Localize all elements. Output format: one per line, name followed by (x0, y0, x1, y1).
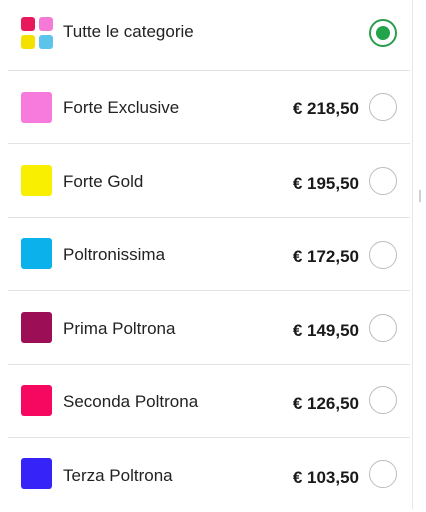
category-row-terza-poltrona[interactable]: Terza Poltrona € 103,50 (8, 438, 410, 512)
grid-square-icon (39, 17, 53, 31)
color-swatch-terza-poltrona (21, 458, 52, 489)
category-label: Seconda Poltrona (63, 392, 199, 411)
category-label: Terza Poltrona (63, 466, 173, 485)
category-label: Prima Poltrona (63, 319, 176, 338)
category-grid-icon (21, 17, 53, 49)
category-price: € 103,50 (292, 468, 359, 487)
scrollbar-thumb[interactable] (419, 190, 421, 202)
color-swatch-seconda-poltrona (21, 385, 52, 416)
category-radio-prima-poltrona[interactable] (369, 314, 397, 342)
category-radio-poltronissima[interactable] (369, 241, 397, 269)
category-price: € 172,50 (292, 247, 359, 266)
category-row-forte-gold[interactable]: Forte Gold € 195,50 (8, 144, 410, 218)
category-row-forte-exclusive[interactable]: Forte Exclusive € 218,50 (8, 71, 410, 145)
category-row-poltronissima[interactable]: Poltronissima € 172,50 (8, 218, 410, 292)
category-label: Poltronissima (63, 245, 166, 264)
category-label: Forte Gold (63, 172, 144, 191)
radio-selected-dot (376, 26, 390, 40)
grid-square-icon (39, 35, 53, 49)
grid-square-icon (21, 17, 35, 31)
category-price: € 149,50 (292, 321, 359, 340)
category-row-prima-poltrona[interactable]: Prima Poltrona € 149,50 (8, 291, 410, 365)
category-row-seconda-poltrona[interactable]: Seconda Poltrona € 126,50 (8, 365, 410, 439)
category-price: € 195,50 (292, 174, 359, 193)
color-swatch-poltronissima (21, 238, 52, 269)
all-categories-label: Tutte le categorie (63, 22, 194, 41)
color-swatch-forte-exclusive (21, 92, 52, 123)
color-swatch-forte-gold (21, 165, 52, 196)
category-radio-seconda-poltrona[interactable] (369, 386, 397, 414)
scrollbar-track[interactable] (412, 0, 426, 509)
category-price: € 126,50 (292, 394, 359, 413)
all-categories-row[interactable]: Tutte le categorie (8, 0, 410, 70)
category-price: € 218,50 (292, 99, 359, 118)
category-radio-forte-exclusive[interactable] (369, 93, 397, 121)
grid-square-icon (21, 35, 35, 49)
category-radio-terza-poltrona[interactable] (369, 460, 397, 488)
category-radio-forte-gold[interactable] (369, 167, 397, 195)
all-categories-radio[interactable] (369, 19, 397, 47)
category-label: Forte Exclusive (63, 98, 180, 117)
category-filter-list: Tutte le categorie Forte Exclusive € 218… (0, 0, 412, 509)
color-swatch-prima-poltrona (21, 312, 52, 343)
